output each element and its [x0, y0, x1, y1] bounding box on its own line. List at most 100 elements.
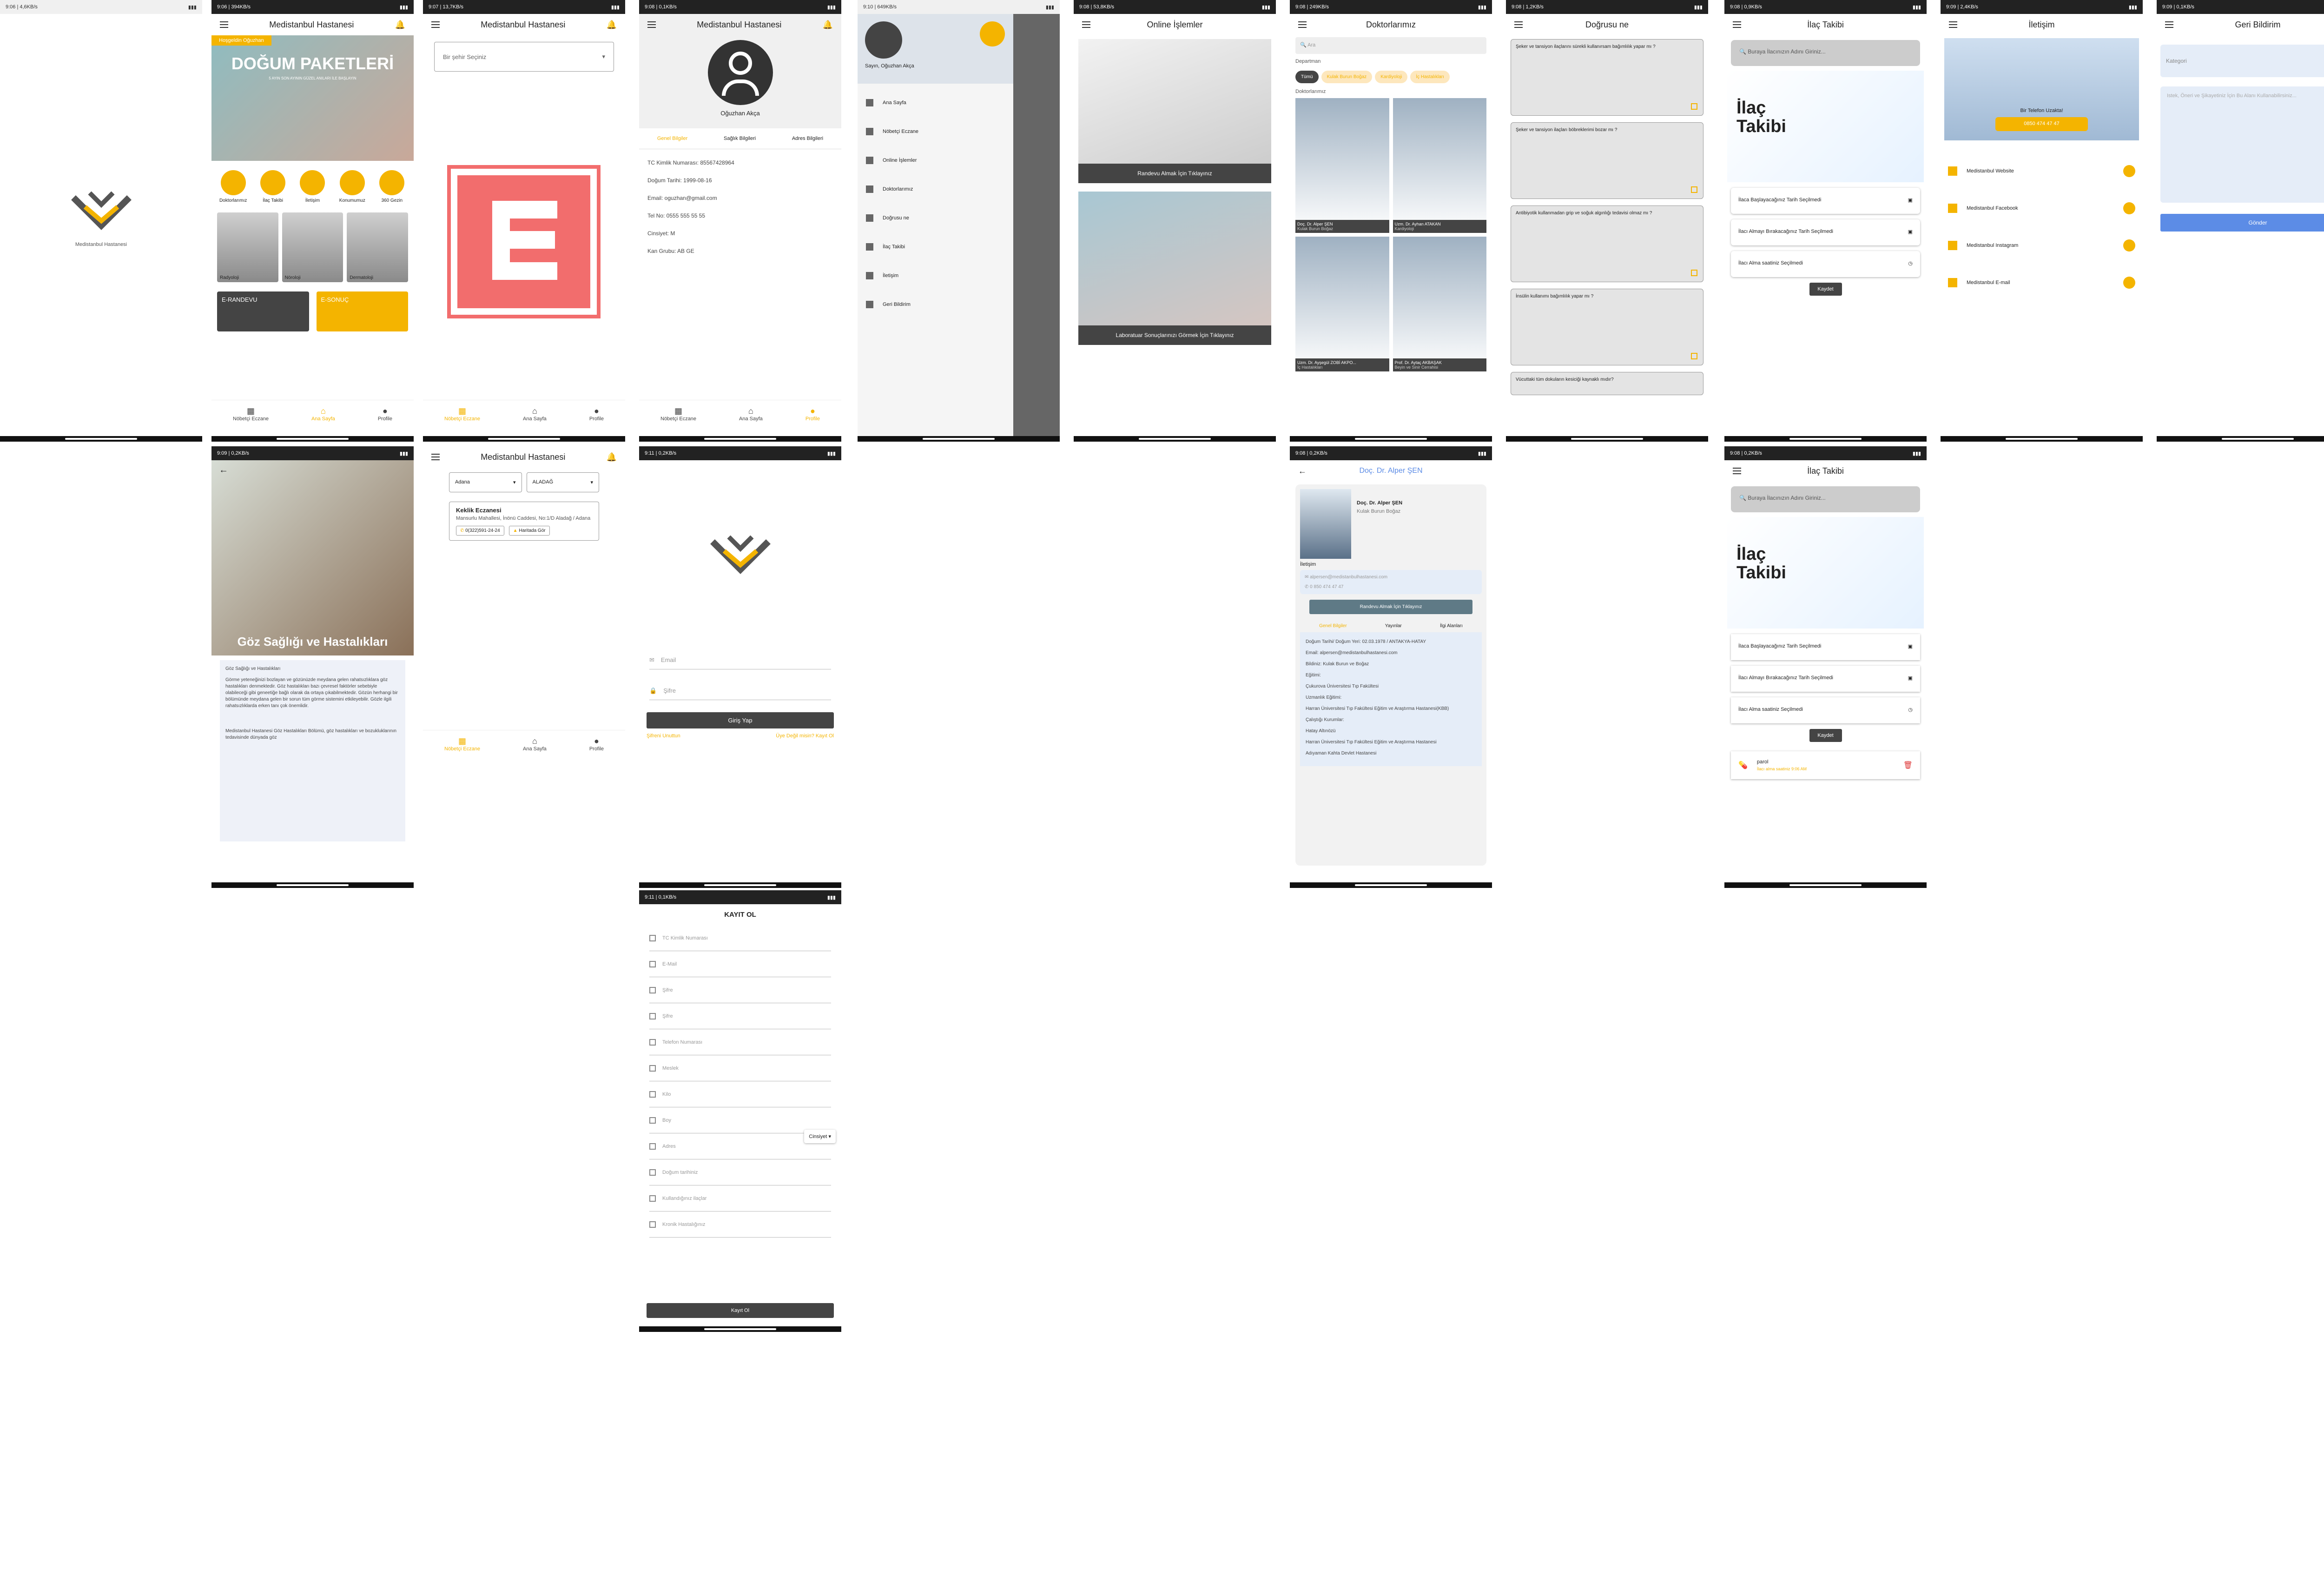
contact-item[interactable]: Medistanbul E-mail	[1948, 264, 2135, 301]
register-field[interactable]: E-Mail	[649, 951, 831, 977]
nav-nobetci[interactable]: ▦ Nöbetçi Eczane	[660, 406, 696, 422]
register-field[interactable]: Boy	[649, 1107, 831, 1133]
doctor-card[interactable]: Doç. Dr. Alper ŞEN Kulak Burun Boğaz	[1295, 98, 1389, 233]
register-field[interactable]: Telefon Numarası	[649, 1029, 831, 1055]
department-card[interactable]: Nöroloji	[282, 212, 343, 282]
doctor-email[interactable]: ✉ alpersen@medistanbulhastanesi.com	[1305, 575, 1477, 580]
drawer-item[interactable]: Nöbetçi Eczane	[866, 117, 1005, 146]
doctor-search[interactable]: 🔍 Ara	[1295, 37, 1486, 54]
stop-date-field[interactable]: İlacı Almayı Bırakacağınız Tarih Seçilme…	[1731, 666, 1920, 692]
phone-button[interactable]: 0850 474 47 47	[1995, 117, 2088, 131]
register-field[interactable]: Şifre	[649, 1003, 831, 1029]
nav-nobetci[interactable]: ▦ Nöbetçi Eczane	[444, 406, 480, 422]
dept-chip[interactable]: Tümü	[1295, 71, 1319, 83]
drug-search[interactable]: 🔍 Buraya İlacınızın Adını Giriniz...	[1731, 40, 1920, 66]
e-randevu-button[interactable]: E-RANDEVU	[217, 291, 309, 331]
doctor-card[interactable]: Prof. Dr. Aytaç AKBAŞAK Beyin ve Sinir Ce…	[1393, 237, 1486, 371]
category-select[interactable]: Kategori▾	[2160, 45, 2324, 77]
profile-tab[interactable]: Sağlık Bilgileri	[724, 136, 756, 141]
nav-profile[interactable]: ● Profile	[589, 406, 604, 422]
appointment-card[interactable]: Randevu Almak İçin Tıklayınız	[1078, 39, 1271, 183]
register-field[interactable]: Doğum tarihiniz	[649, 1159, 831, 1185]
question-card[interactable]: İnsülin kullanımı bağımlılık yapar mı ?	[1511, 289, 1703, 365]
login-button[interactable]: Giriş Yap	[647, 712, 834, 728]
menu-icon[interactable]	[431, 21, 440, 28]
forgot-link[interactable]: Şifreni Unuttun	[647, 733, 680, 739]
time-field[interactable]: İlacı Alma saatiniz Seçilmedi ◷	[1731, 251, 1920, 277]
quick-action[interactable]: İlaç Takibi	[254, 170, 291, 203]
quick-action[interactable]: 360 Gezin	[373, 170, 410, 203]
back-arrow-icon[interactable]: ←	[1298, 466, 1307, 476]
profile-tab[interactable]: Adres Bilgileri	[792, 136, 823, 141]
feedback-textarea[interactable]: Istek, Öneri ve Şikayetiniz İçin Bu Alan…	[2160, 86, 2324, 203]
department-card[interactable]: Dermatoloji	[347, 212, 409, 282]
bell-icon[interactable]: 🔔	[607, 452, 617, 462]
map-button[interactable]: ▲ Haritada Gör	[508, 526, 550, 536]
send-button[interactable]: Gönder	[2160, 214, 2324, 232]
start-date-field[interactable]: İlaca Başlayacağınız Tarih Seçilmedi ▣	[1731, 634, 1920, 660]
district-dropdown[interactable]: ALADAĞ ▾	[526, 472, 599, 492]
menu-icon[interactable]	[2165, 21, 2173, 28]
profile-tab[interactable]: Genel Bilgiler	[657, 136, 687, 141]
drawer-item[interactable]: İlaç Takibi	[866, 232, 1005, 261]
bell-icon[interactable]: 🔔	[607, 20, 617, 30]
back-arrow-icon[interactable]: ←	[219, 465, 228, 476]
register-field[interactable]: Kronik Hastalığınız	[649, 1212, 831, 1238]
drawer-item[interactable]: Doktorlarımız	[866, 175, 1005, 204]
doctor-tab[interactable]: İlgi Alanları	[1440, 623, 1463, 629]
drawer-item[interactable]: Doğrusu ne	[866, 204, 1005, 232]
register-field[interactable]: Şifre	[649, 977, 831, 1003]
nav-ana-sayfa[interactable]: ⌂ Ana Sayfa	[523, 406, 547, 422]
question-card[interactable]: Vücuttaki tüm dokuların kesiciği kaynakl…	[1511, 372, 1703, 395]
save-button[interactable]: Kaydet	[1809, 729, 1842, 742]
password-field[interactable]: 🔒 Şifre	[649, 682, 831, 700]
nav-ana-sayfa[interactable]: ⌂ Ana Sayfa	[311, 406, 335, 422]
menu-icon[interactable]	[1514, 21, 1523, 28]
appointment-button[interactable]: Randevu Almak İçin Tıklayınız	[1309, 600, 1472, 614]
save-button[interactable]: Kaydet	[1809, 283, 1842, 296]
menu-icon[interactable]	[647, 21, 656, 28]
start-date-field[interactable]: İlaca Başlayacağınız Tarih Seçilmedi ▣	[1731, 188, 1920, 214]
nav-profile[interactable]: ● Profile	[378, 406, 392, 422]
menu-icon[interactable]	[1733, 468, 1741, 474]
lab-card[interactable]: Laboratuar Sonuçlarınızı Görmek İçin Tık…	[1078, 192, 1271, 345]
question-card[interactable]: Şeker ve tansiyon ilaçlarını sürekli kul…	[1511, 39, 1703, 116]
quick-action[interactable]: Konumumuz	[334, 170, 371, 203]
drawer-item[interactable]: İletişim	[866, 261, 1005, 290]
question-card[interactable]: Şeker ve tansiyon ilaçları böbreklerimi …	[1511, 122, 1703, 199]
stop-date-field[interactable]: İlacı Almayı Bırakacağınız Tarih Seçilme…	[1731, 219, 1920, 245]
register-link[interactable]: Üye Değil misin? Kayıt Ol	[776, 733, 834, 739]
nav-ana-sayfa[interactable]: ⌂ Ana Sayfa	[523, 736, 547, 752]
bell-icon[interactable]: 🔔	[823, 20, 833, 30]
menu-icon[interactable]	[1733, 21, 1741, 28]
city-dropdown[interactable]: Adana ▾	[449, 472, 522, 492]
doctor-card[interactable]: Uzm. Dr. Ayhan ATAKAN Kardiyoloji	[1393, 98, 1486, 233]
register-button[interactable]: Kayıt Ol	[647, 1303, 834, 1318]
department-card[interactable]: Radyoloji	[217, 212, 278, 282]
register-field[interactable]: TC Kimlik Numarası	[649, 925, 831, 951]
nav-nobetci[interactable]: ▦ Nöbetçi Eczane	[444, 736, 480, 752]
city-select[interactable]: Bir şehir Seçiniz ▾	[434, 42, 614, 72]
menu-icon[interactable]	[1949, 21, 1957, 28]
drug-search[interactable]: 🔍 Buraya İlacınızın Adını Giriniz...	[1731, 486, 1920, 512]
gender-select[interactable]: Cinsiyet ▾	[804, 1130, 836, 1143]
question-card[interactable]: Antibiyotik kullanmadan grip ve soğuk al…	[1511, 205, 1703, 282]
nav-nobetci[interactable]: ▦ Nöbetçi Eczane	[233, 406, 269, 422]
e-sonuc-button[interactable]: E-SONUÇ	[316, 291, 408, 331]
menu-icon[interactable]	[1298, 21, 1307, 28]
quick-action[interactable]: Doktorlarımız	[215, 170, 252, 203]
call-button[interactable]: ✆ 0(322)591-24-24	[456, 526, 504, 536]
register-field[interactable]: Meslek	[649, 1055, 831, 1081]
menu-icon[interactable]	[431, 454, 440, 460]
nav-ana-sayfa[interactable]: ⌂ Ana Sayfa	[739, 406, 763, 422]
drawer-item[interactable]: Geri Bildirim	[866, 290, 1005, 319]
dept-chip[interactable]: Kulak Burun Boğaz	[1321, 71, 1373, 83]
doctor-tab[interactable]: Yayınlar	[1385, 623, 1402, 629]
contact-item[interactable]: Medistanbul Instagram	[1948, 227, 2135, 264]
time-field[interactable]: İlacı Alma saatiniz Seçilmedi ◷	[1731, 697, 1920, 723]
email-field[interactable]: ✉ Email	[649, 651, 831, 669]
banner[interactable]: Hoşgeldin Oğuzhan DOĞUM PAKETLERİ 5 AYIN…	[211, 35, 414, 161]
register-field[interactable]: Kullandığınız ilaçlar	[649, 1185, 831, 1212]
menu-icon[interactable]	[1082, 21, 1090, 28]
dept-chip[interactable]: Kardiyoloji	[1375, 71, 1408, 83]
